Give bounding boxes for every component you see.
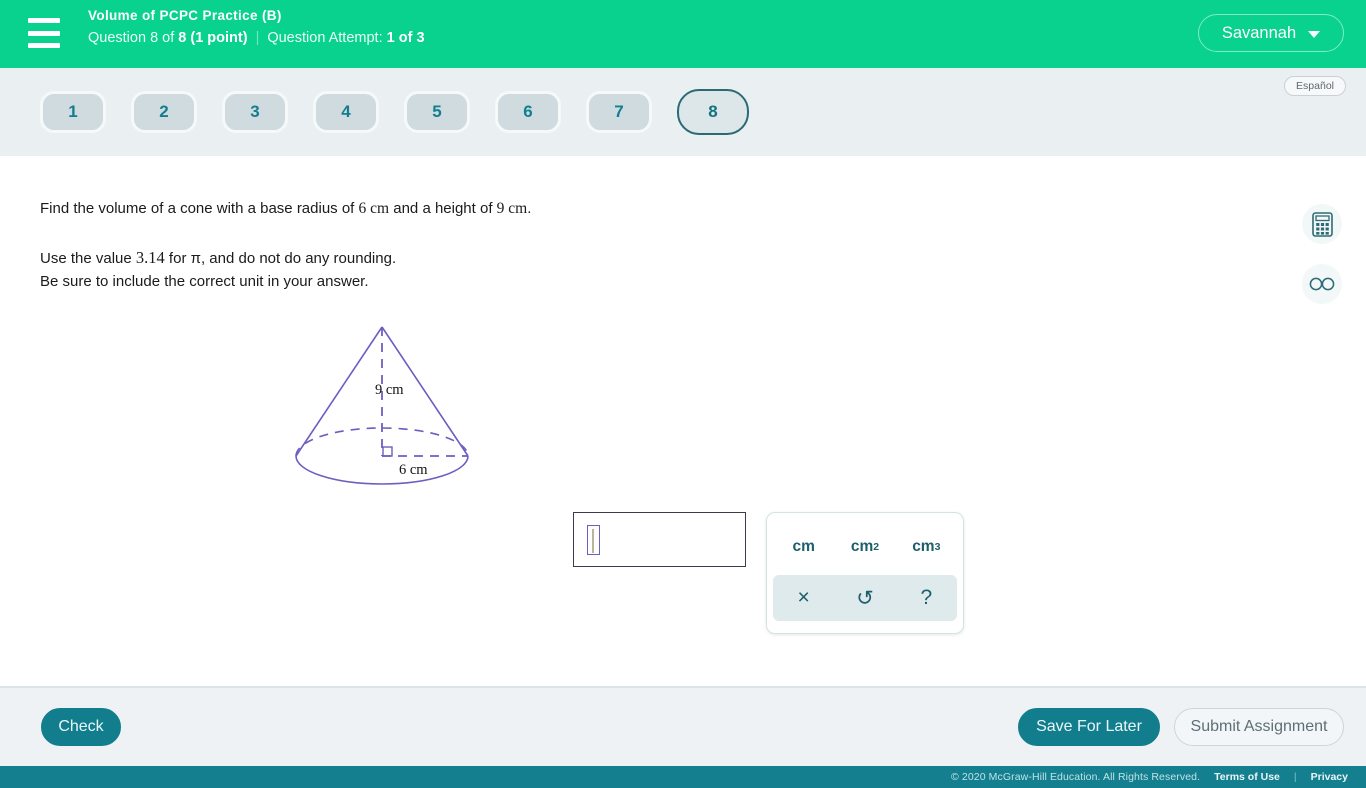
question-progress-prefix: Question 8 of — [88, 30, 178, 46]
help-glyph: ? — [920, 586, 932, 610]
answer-input[interactable] — [573, 512, 746, 567]
instruction-suffix: for π, and do not do any rounding. — [165, 250, 396, 267]
footer-right-actions: Save For Later Submit Assignment — [1018, 708, 1344, 746]
help-icon[interactable]: ? — [896, 575, 957, 621]
privacy-link[interactable]: Privacy — [1311, 771, 1348, 783]
hamburger-bar — [28, 43, 60, 48]
prompt-height-value: 9 cm — [497, 200, 528, 217]
question-pill-6[interactable]: 6 — [495, 91, 561, 133]
unit-button-cm[interactable]: cm — [773, 519, 834, 575]
pill-label: 6 — [523, 102, 532, 122]
unit-button-cm2[interactable]: cm2 — [834, 519, 895, 575]
question-pill-5[interactable]: 5 — [404, 91, 470, 133]
instruction-prefix: Use the value — [40, 250, 136, 267]
cone-radius-label: 6 cm — [399, 462, 428, 479]
prompt-part-1: Find the volume of a cone with a base ra… — [40, 200, 359, 217]
hamburger-bar — [28, 18, 60, 23]
cone-svg — [282, 314, 482, 494]
prompt-radius-value: 6 cm — [359, 200, 390, 217]
assessment-page: Volume of PCPC Practice (B) Question 8 o… — [0, 0, 1366, 788]
right-angle-square-icon — [383, 447, 392, 456]
question-pill-4[interactable]: 4 — [313, 91, 379, 133]
cone-diagram: 9 cm 6 cm — [282, 314, 482, 494]
instruction-line-1: Use the value 3.14 for π, and do not do … — [40, 246, 940, 270]
question-pill-8[interactable]: 8 — [677, 89, 749, 135]
pill-label: 1 — [68, 102, 77, 122]
instruction-line-2: Be sure to include the correct unit in y… — [40, 270, 940, 293]
unit-label: cm — [912, 538, 934, 556]
copyright-text: © 2020 McGraw-Hill Education. All Rights… — [951, 771, 1200, 783]
attempt-prefix: Question Attempt: — [267, 30, 386, 46]
question-prompt: Find the volume of a cone with a base ra… — [40, 198, 940, 220]
footer-divider: | — [1294, 771, 1297, 783]
save-for-later-button[interactable]: Save For Later — [1018, 708, 1160, 746]
question-pill-3[interactable]: 3 — [222, 91, 288, 133]
cone-side-left — [296, 327, 382, 456]
user-name-label: Savannah — [1222, 24, 1296, 43]
reference-glasses-icon — [1309, 277, 1335, 291]
terms-of-use-link[interactable]: Terms of Use — [1214, 771, 1280, 783]
unit-exponent: 2 — [873, 541, 879, 553]
progress-separator: | — [256, 28, 260, 48]
pill-label: 3 — [250, 102, 259, 122]
unit-exponent: 3 — [935, 541, 941, 553]
unit-label: cm — [792, 538, 814, 556]
submit-assignment-button[interactable]: Submit Assignment — [1174, 708, 1344, 746]
prompt-part-2: and a height of — [389, 200, 497, 217]
pill-label: 5 — [432, 102, 441, 122]
espanol-toggle-button[interactable]: Español — [1284, 76, 1346, 96]
clear-glyph: × — [798, 586, 810, 610]
header-title-group: Volume of PCPC Practice (B) Question 8 o… — [88, 6, 425, 48]
action-footer: Check Save For Later Submit Assignment — [0, 686, 1366, 766]
unit-row: cm cm2 cm3 — [773, 519, 957, 575]
copyright-bar: © 2020 McGraw-Hill Education. All Rights… — [0, 766, 1366, 788]
pi-value: 3.14 — [136, 248, 165, 267]
espanol-label: Español — [1296, 80, 1334, 92]
pill-label: 8 — [708, 102, 717, 122]
pill-label: 4 — [341, 102, 350, 122]
pill-label: 2 — [159, 102, 168, 122]
side-tools — [1302, 204, 1342, 304]
math-input-cursor-icon — [587, 525, 600, 555]
undo-icon[interactable]: ↺ — [834, 575, 895, 621]
question-nav-strip: 1 2 3 4 5 6 7 8 Español — [0, 68, 1366, 156]
cone-height-label: 9 cm — [375, 382, 404, 399]
question-text-block: Find the volume of a cone with a base ra… — [40, 198, 940, 293]
hamburger-bar — [28, 31, 60, 36]
question-pill-7[interactable]: 7 — [586, 91, 652, 133]
question-progress: Question 8 of 8 (1 point) | Question Attem… — [88, 28, 425, 48]
unit-label: cm — [851, 538, 873, 556]
pill-label: 7 — [614, 102, 623, 122]
clear-icon[interactable]: × — [773, 575, 834, 621]
reference-glasses-button[interactable] — [1302, 264, 1342, 304]
unit-button-cm3[interactable]: cm3 — [896, 519, 957, 575]
question-pill-2[interactable]: 2 — [131, 91, 197, 133]
app-header: Volume of PCPC Practice (B) Question 8 o… — [0, 0, 1366, 68]
cone-base-front — [296, 456, 468, 484]
undo-glyph: ↺ — [856, 586, 874, 611]
calculator-icon — [1312, 212, 1333, 237]
attempt-value: 1 of 3 — [387, 30, 425, 46]
user-menu-button[interactable]: Savannah — [1198, 14, 1344, 52]
hamburger-menu-icon[interactable] — [28, 18, 60, 48]
assignment-title: Volume of PCPC Practice (B) — [88, 6, 425, 26]
calculator-button[interactable] — [1302, 204, 1342, 244]
question-content-area: Find the volume of a cone with a base ra… — [0, 156, 1366, 686]
palette-tool-row: × ↺ ? — [773, 575, 957, 621]
chevron-down-icon — [1308, 31, 1320, 38]
check-button[interactable]: Check — [41, 708, 121, 746]
prompt-part-3: . — [527, 200, 531, 217]
question-progress-value: 8 (1 point) — [178, 30, 247, 46]
unit-palette: cm cm2 cm3 × ↺ ? — [766, 512, 964, 634]
question-pill-1[interactable]: 1 — [40, 91, 106, 133]
